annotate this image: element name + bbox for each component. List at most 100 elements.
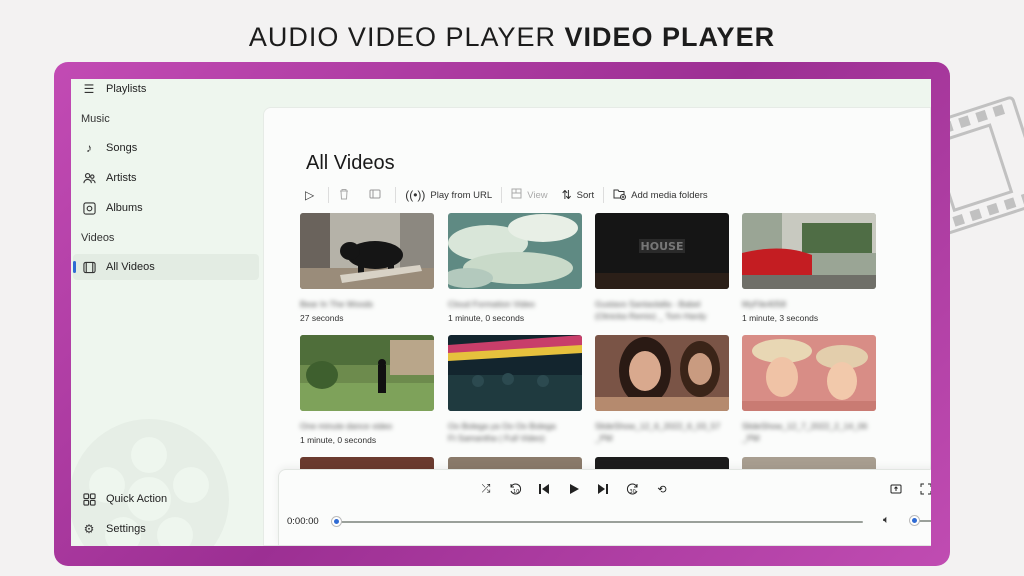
play-button[interactable] [565,480,583,498]
fullscreen-button[interactable] [917,480,931,498]
broadcast-icon: ((•)) [405,188,426,202]
sidebar-item-settings[interactable]: ⚙ Settings [73,516,259,542]
volume-icon: 🔈︎ [883,514,890,526]
previous-button[interactable] [535,480,553,498]
view-label: View [527,189,548,201]
rewind-10-icon: 10 [510,483,521,495]
add-media-folders-label: Add media folders [631,189,708,201]
sidebar-item-playlists[interactable]: ☰ Playlists [73,79,259,102]
sidebar-item-quick-action[interactable]: Quick Action [73,486,259,512]
sidebar-item-label: Settings [106,523,146,535]
page-title: All Videos [306,152,395,174]
video-thumbnail[interactable] [300,335,434,411]
forward-30-button[interactable]: 30 [624,480,642,498]
sidebar-item-label: All Videos [106,261,155,273]
shuffle-button[interactable]: ⤮ [477,480,495,498]
view-button[interactable]: View [504,184,554,206]
video-title: Bear In The Woods [300,299,373,309]
video-thumbnail[interactable] [742,335,876,411]
play-icon: ▷ [305,188,315,202]
video-thumbnail[interactable] [300,213,434,289]
sort-button[interactable]: ⇅ Sort [555,184,602,206]
video-thumbnail[interactable] [595,335,729,411]
sidebar-item-label: Songs [106,142,138,154]
section-label-videos: Videos [81,232,115,244]
fullscreen-icon [920,483,931,495]
video-subtitle: (Otnicka Remix) _ Tom Hardy [595,311,707,321]
view-icon [511,188,522,202]
video-title: One minute dance video [300,421,393,431]
next-button[interactable] [594,480,612,498]
seek-handle[interactable] [331,516,342,527]
sidebar-item-label: Albums [106,202,143,214]
mini-player-icon [890,484,902,494]
banner-title: AUDIO VIDEO PLAYER VIDEO PLAYER [0,22,1024,53]
forward-30-icon: 30 [627,483,638,495]
toolbar-divider [328,187,330,203]
video-duration: 1 minute, 0 seconds [448,313,525,323]
logo-text-decoration: HOUSE [641,240,684,253]
volume-button[interactable]: 🔈︎ [883,514,890,527]
music-note-icon: ♪ [86,141,92,155]
video-card[interactable]: Bear In The Woods 27 seconds [300,213,436,323]
sidebar-item-albums[interactable]: Albums [73,195,259,221]
sidebar-item-label: Artists [106,172,137,184]
video-duration: 1 minute, 3 seconds [742,313,819,323]
video-title: Cloud Formation Video [448,299,535,309]
toolbar-divider [603,187,605,203]
video-title: Oo Bolega ya Oo Oo Bolega [448,421,556,431]
volume-slider[interactable] [919,520,931,522]
delete-button[interactable] [331,184,362,206]
properties-button[interactable] [362,184,393,206]
app-window: ☰ Playlists Music ♪ Songs Artists Albums… [71,79,931,546]
video-title: MyFile4058 [742,299,786,309]
video-card[interactable]: SlideShow_12_6_2022_6_03_57 _PM [595,335,731,443]
play-from-url-button[interactable]: ((•)) Play from URL [398,184,499,206]
video-title: Gustavo Santaolalla - Babel [595,299,701,309]
toolbar: ▷ ((•)) Play from URL View ⇅ Sort Add me… [298,184,715,206]
shuffle-icon: ⤮ [481,482,491,495]
mini-player-button[interactable] [887,480,905,498]
sidebar-item-label: Playlists [106,83,147,95]
sidebar-item-artists[interactable]: Artists [73,165,259,191]
video-card[interactable]: Oo Bolega ya Oo Oo Bolega Ft Samantha ( … [448,335,584,443]
video-card[interactable]: MyFile4058 1 minute, 3 seconds [742,213,878,323]
video-thumbnail[interactable] [448,213,582,289]
grid-icon [82,492,96,506]
repeat-icon: ⟲ [657,483,667,496]
volume-handle[interactable] [909,515,920,526]
current-time: 0:00:00 [287,516,319,527]
toolbar-divider [501,187,503,203]
video-card[interactable]: One minute dance video 1 minute, 0 secon… [300,335,436,445]
video-card[interactable]: SlideShow_12_7_2022_2_14_06 _PM [742,335,878,443]
play-all-button[interactable]: ▷ [298,184,326,206]
sidebar: ☰ Playlists Music ♪ Songs Artists Albums… [71,79,261,546]
video-thumbnail[interactable] [742,213,876,289]
video-thumbnail[interactable] [448,335,582,411]
repeat-button[interactable]: ⟲ [653,480,671,498]
banner-title-bold: VIDEO PLAYER [564,22,776,52]
properties-icon [369,188,381,203]
gear-icon: ⚙ [83,522,95,536]
next-icon [598,484,608,494]
video-thumbnail[interactable]: HOUSE [595,213,729,289]
section-label-music: Music [81,113,110,125]
trash-icon [338,188,350,203]
video-duration: 27 seconds [300,313,344,323]
banner-title-light: AUDIO VIDEO PLAYER [248,22,556,52]
sidebar-item-all-videos[interactable]: All Videos [73,254,259,280]
rewind-10-button[interactable]: 10 [506,480,524,498]
add-media-folders-button[interactable]: Add media folders [606,184,715,206]
video-card[interactable]: Cloud Formation Video 1 minute, 0 second… [448,213,584,323]
video-subtitle: _PM [595,433,613,443]
sidebar-item-songs[interactable]: ♪ Songs [73,135,259,161]
video-title: SlideShow_12_7_2022_2_14_06 [742,421,868,431]
video-icon [82,260,96,274]
video-card[interactable]: HOUSE Gustavo Santaolalla - Babel (Otnic… [595,213,731,321]
list-icon: ☰ [83,82,95,96]
svg-text:30: 30 [630,489,636,495]
seek-bar[interactable] [335,521,863,523]
sort-icon: ⇅ [561,188,572,202]
video-subtitle: Ft Samantha ( Full Video) [448,433,545,443]
folder-add-icon [613,188,627,203]
